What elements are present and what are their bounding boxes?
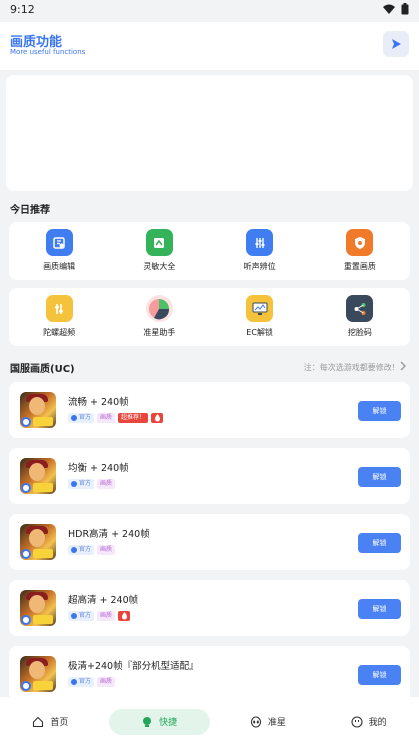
- grid-label: 听声辨位: [243, 262, 276, 271]
- tag-quality: 画质: [97, 677, 116, 687]
- tag-quality: 画质: [97, 479, 116, 489]
- app-header: 画质功能 More useful functions: [0, 22, 419, 70]
- quality-note: 注：每次选游戏都要修改!: [303, 363, 395, 372]
- official-icon: [71, 679, 77, 685]
- play-button[interactable]: [383, 31, 409, 57]
- unlock-button[interactable]: 解锁: [358, 599, 401, 619]
- status-icons: [383, 3, 409, 15]
- grid-item-sound-position[interactable]: 听声辨位: [210, 222, 310, 280]
- wifi-icon: [383, 4, 395, 14]
- grid-item-face-code[interactable]: 挖脸码: [310, 288, 410, 346]
- page-subtitle: More useful functions: [10, 48, 86, 56]
- banner-area[interactable]: [6, 75, 413, 191]
- quality-item: 流畅 + 240帧 官方 画质 超推荐！ 解锁: [9, 382, 410, 438]
- bottom-tab-bar: 首页 快捷 准星 我的: [0, 697, 419, 746]
- chevron-right-icon[interactable]: [399, 361, 407, 371]
- official-icon: [71, 415, 77, 421]
- grid-item-crosshair[interactable]: 准星助手: [109, 288, 209, 346]
- tab-mine[interactable]: 我的: [318, 709, 419, 735]
- game-thumbnail: [20, 590, 56, 626]
- grid-item-ec-unlock[interactable]: EC解锁: [210, 288, 310, 346]
- today-section-title: 今日推荐: [10, 205, 50, 216]
- quality-item: 极清+240帧『部分机型适配』 官方 画质 解锁: [9, 646, 410, 702]
- game-thumbnail: [20, 524, 56, 560]
- item-tags: 官方 画质: [68, 479, 116, 489]
- official-icon: [71, 547, 77, 553]
- quality-item: HDR高清 + 240帧 官方 画质 解锁: [9, 514, 410, 570]
- sensitivity-icon: [145, 229, 173, 256]
- tag-official: 官方: [68, 611, 95, 621]
- grid-item-sensitivity[interactable]: 灵敏大全: [109, 222, 209, 280]
- tab-label: 首页: [50, 718, 69, 728]
- tag-official: 官方: [68, 413, 95, 423]
- share-icon: [346, 295, 374, 322]
- tab-label: 准星: [267, 718, 286, 728]
- tag-official: 官方: [68, 545, 95, 555]
- game-thumbnail: [20, 458, 56, 494]
- tag-quality: 画质: [97, 545, 116, 555]
- grid-item-image-edit[interactable]: 画质编辑: [9, 222, 109, 280]
- tag-recommend: 超推荐！: [118, 413, 149, 423]
- tag-official: 官方: [68, 677, 95, 687]
- tab-home[interactable]: 首页: [0, 709, 101, 735]
- tab-label: 我的: [368, 718, 387, 728]
- grid-item-gyro[interactable]: 陀螺超频: [9, 288, 109, 346]
- item-name: HDR高清 + 240帧: [68, 529, 150, 540]
- smiley-icon: [351, 715, 363, 728]
- status-time: 9:12: [10, 3, 35, 16]
- tab-label: 快捷: [159, 718, 178, 728]
- battery-icon: [401, 3, 409, 15]
- quality-item: 均衡 + 240帧 官方 画质 解锁: [9, 448, 410, 504]
- grid-label: 挖脸码: [347, 328, 372, 337]
- alien-icon: [250, 715, 261, 728]
- item-name: 流畅 + 240帧: [68, 397, 129, 408]
- item-name: 超高清 + 240帧: [68, 595, 139, 606]
- item-tags: 官方 画质: [68, 611, 131, 621]
- game-thumbnail: [20, 392, 56, 428]
- tag-quality: 画质: [97, 611, 116, 621]
- tab-shortcut[interactable]: 快捷: [108, 708, 210, 735]
- tab-crosshair[interactable]: 准星: [218, 709, 319, 735]
- unlock-button[interactable]: 解锁: [358, 401, 401, 421]
- unlock-button[interactable]: 解锁: [358, 533, 401, 553]
- quality-item: 超高清 + 240帧 官方 画质 解锁: [9, 580, 410, 636]
- tag-quality: 画质: [97, 413, 116, 423]
- home-icon: [33, 716, 44, 727]
- status-bar: 9:12: [0, 0, 419, 20]
- item-tags: 官方 画质: [68, 545, 116, 555]
- shield-icon: [346, 229, 374, 256]
- grid-item-reset-quality[interactable]: 重置画质: [310, 222, 410, 280]
- item-tags: 官方 画质: [68, 677, 116, 687]
- item-name: 极清+240帧『部分机型适配』: [68, 661, 199, 672]
- grid-label: 准星助手: [143, 328, 176, 337]
- monitor-icon: [246, 295, 274, 322]
- today-row-2: 陀螺超频 准星助手 EC解锁 挖脸码: [9, 288, 410, 346]
- fire-icon: [151, 413, 164, 423]
- tag-official: 官方: [68, 479, 95, 489]
- grid-label: 重置画质: [343, 262, 376, 271]
- official-icon: [71, 481, 77, 487]
- today-row-1: 画质编辑 灵敏大全 听声辨位 重置画质: [9, 222, 410, 280]
- item-name: 均衡 + 240帧: [68, 463, 129, 474]
- unlock-button[interactable]: 解锁: [358, 467, 401, 487]
- item-tags: 官方 画质 超推荐！: [68, 413, 164, 423]
- grid-label: EC解锁: [246, 328, 273, 337]
- image-edit-icon: [45, 229, 73, 256]
- fire-icon: [118, 611, 131, 621]
- play-icon: [392, 39, 401, 49]
- grid-label: 画质编辑: [43, 262, 76, 271]
- unlock-button[interactable]: 解锁: [358, 665, 401, 685]
- grid-label: 陀螺超频: [43, 328, 76, 337]
- game-thumbnail: [20, 656, 56, 692]
- quality-section-title: 国服画质(UC): [10, 364, 75, 375]
- pie-chart-icon: [145, 295, 173, 322]
- lightbulb-icon: [143, 716, 152, 727]
- official-icon: [71, 613, 77, 619]
- gyro-icon: [45, 295, 73, 322]
- grid-label: 灵敏大全: [143, 262, 176, 271]
- equalizer-icon: [246, 229, 274, 256]
